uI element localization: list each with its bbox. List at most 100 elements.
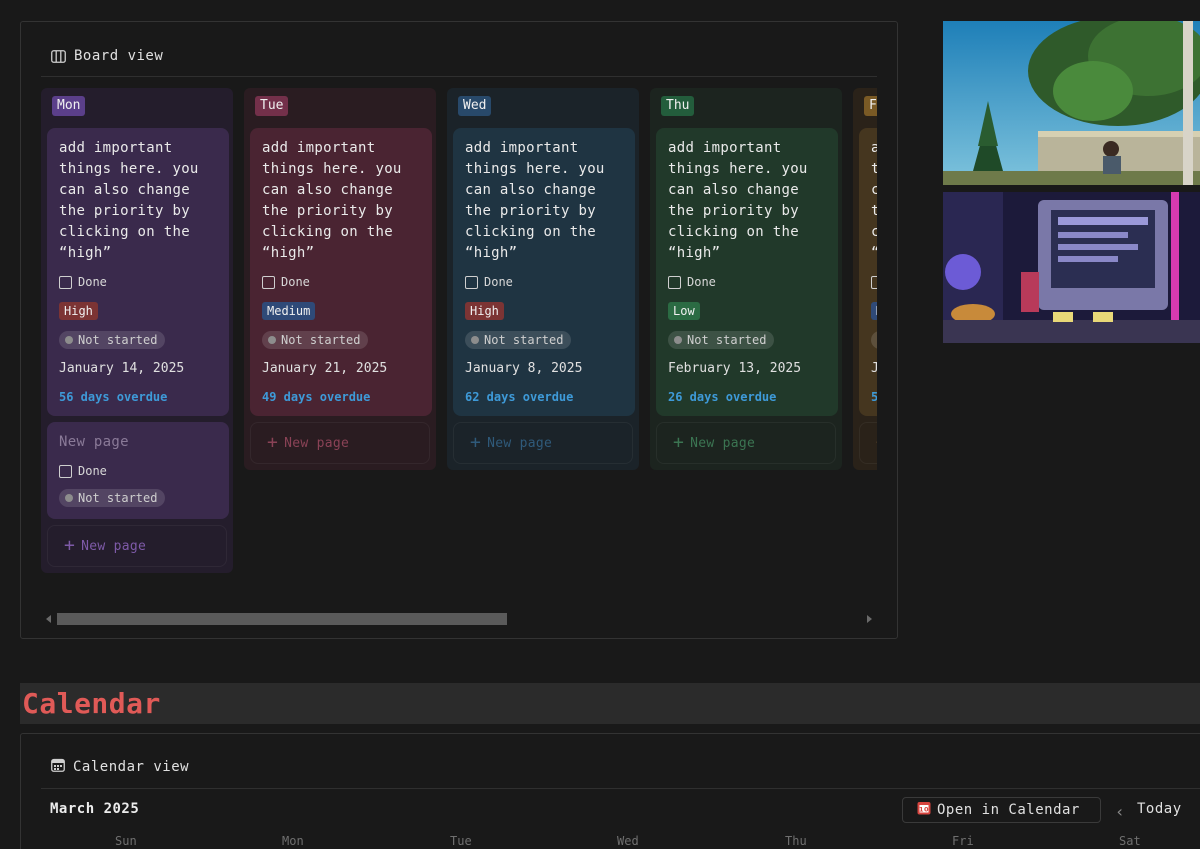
board-view-header[interactable]: Board view [51,46,163,66]
done-checkbox-row[interactable]: Done [871,275,877,289]
status-badge[interactable]: Not started [871,331,877,349]
done-checkbox-row[interactable]: Done [262,275,420,289]
open-in-calendar-label: Open in Calendar [937,802,1080,818]
column-tag[interactable]: Thu [661,96,695,116]
weekday-label: Thu [785,834,807,848]
previous-month-button[interactable]: ‹ [1115,802,1125,821]
done-checkbox-row[interactable]: Done [465,275,623,289]
plus-icon: + [876,434,877,452]
done-checkbox[interactable] [465,275,478,289]
board-column-mon: Mon add important things here. you can al… [41,88,233,573]
board-card[interactable]: add important things here. you can also … [453,128,635,416]
column-tag[interactable]: Wed [458,96,492,116]
due-date: February 13, 2025 [668,361,802,376]
card-title: New page [59,434,129,450]
plus-icon: + [470,432,482,453]
priority-badge[interactable]: High [465,302,504,320]
new-page-button[interactable]: +New page [859,422,877,464]
status-dot-icon [471,336,479,344]
status-badge[interactable]: Not started [59,489,166,507]
done-label: Done [78,275,107,289]
priority-badge[interactable]: Low [668,302,700,320]
weekday-label: Wed [617,834,639,848]
column-tag[interactable]: Mon [52,96,86,116]
open-in-calendar-button[interactable]: 10 Open in Calendar [902,797,1101,823]
month-label: March 2025 [50,801,140,817]
column-tag[interactable]: Tue [255,96,289,116]
overdue-label: 56 days overdue [59,390,168,404]
new-page-button[interactable]: + New page [453,422,633,464]
horizontal-scrollbar[interactable] [41,610,877,628]
card-title: add important things here. you can also … [668,140,808,261]
done-label: Done [78,464,107,478]
done-label: Done [281,275,310,289]
scroll-right-arrow[interactable] [867,615,872,623]
priority-badge[interactable]: Medium [262,302,316,320]
status-badge[interactable]: Not started [59,331,166,349]
column-tag[interactable]: Fri [864,96,877,116]
status-dot-icon [268,336,276,344]
board-columns-icon [51,49,66,63]
new-page-button[interactable]: + New page [656,422,836,464]
new-page-label: New page [690,435,756,451]
weekday-label: Sat [1119,834,1141,848]
calendar-icon [51,758,65,776]
overdue-label: 62 days overdue [465,390,574,404]
weekday-label: Fri [952,834,974,848]
weekday-label: Tue [450,834,472,848]
priority-badge[interactable]: Medium [871,302,877,320]
new-page-button[interactable]: +New page [47,525,227,567]
status-badge[interactable]: Not started [262,331,369,349]
done-checkbox[interactable] [262,275,275,289]
calendar-view-panel: Calendar view March 2025 10 Open in Cale… [20,733,1200,849]
pixel-art-computer-desk [943,192,1200,343]
priority-badge[interactable]: High [59,302,98,320]
board-view-panel: Board view Mon add important things here.… [20,21,898,639]
due-date: January 21, 2025 [262,361,388,376]
status-label: Not started [484,333,564,347]
board-card[interactable]: add important things here. you can also … [47,128,229,416]
status-label: Not started [687,333,767,347]
board-view-label: Board view [74,48,164,64]
done-checkbox[interactable] [59,275,72,289]
weekday-label: Mon [282,834,304,848]
calendar-view-header[interactable]: Calendar view [51,758,189,776]
plus-icon: + [673,432,685,453]
done-checkbox[interactable] [668,275,681,289]
done-label: Done [484,275,513,289]
board-card[interactable]: add important things here. you can also … [250,128,432,416]
overdue-label: 49 days overdue [262,390,371,404]
new-page-label: New page [487,435,553,451]
scroll-thumb[interactable] [57,613,507,625]
done-checkbox-row[interactable]: Done [668,275,826,289]
status-badge[interactable]: Not started [668,331,775,349]
done-checkbox-row[interactable]: Done [59,464,217,478]
new-page-button[interactable]: + New page [250,422,430,464]
calendar-view-label: Calendar view [73,759,190,775]
weekday-label: Sun [115,834,137,848]
card-title: add important things here. you can also … [871,138,877,264]
new-page-label: New page [284,435,350,451]
plus-icon: + [267,432,279,453]
status-dot-icon [674,336,682,344]
status-badge[interactable]: Not started [465,331,572,349]
done-checkbox-row[interactable]: Done [59,275,217,289]
done-checkbox[interactable] [59,464,72,478]
done-checkbox[interactable] [871,275,877,289]
board-card[interactable]: New page Done Not started [47,422,229,519]
calendar-app-icon: 10 [917,801,931,819]
board-column-wed: Wed add important things here. you can al… [447,88,639,470]
today-button[interactable]: Today [1137,801,1182,817]
board-column-tue: Tue add important things here. you can al… [244,88,436,470]
weekday-header: Sun Mon Tue Wed Thu Fri Sat [41,834,1200,849]
board-columns: Mon add important things here. you can al… [41,88,877,608]
status-label: Not started [78,491,158,505]
scroll-left-arrow[interactable] [46,615,51,623]
card-title: add important things here. you can also … [262,140,402,261]
status-label: Not started [78,333,158,347]
overdue-label: 5 [871,390,877,404]
board-card[interactable]: add important things here. you can also … [859,128,877,416]
board-column-thu: Thu add important things here. you can al… [650,88,842,470]
board-card[interactable]: add important things here. you can also … [656,128,838,416]
scroll-track[interactable] [57,613,861,625]
